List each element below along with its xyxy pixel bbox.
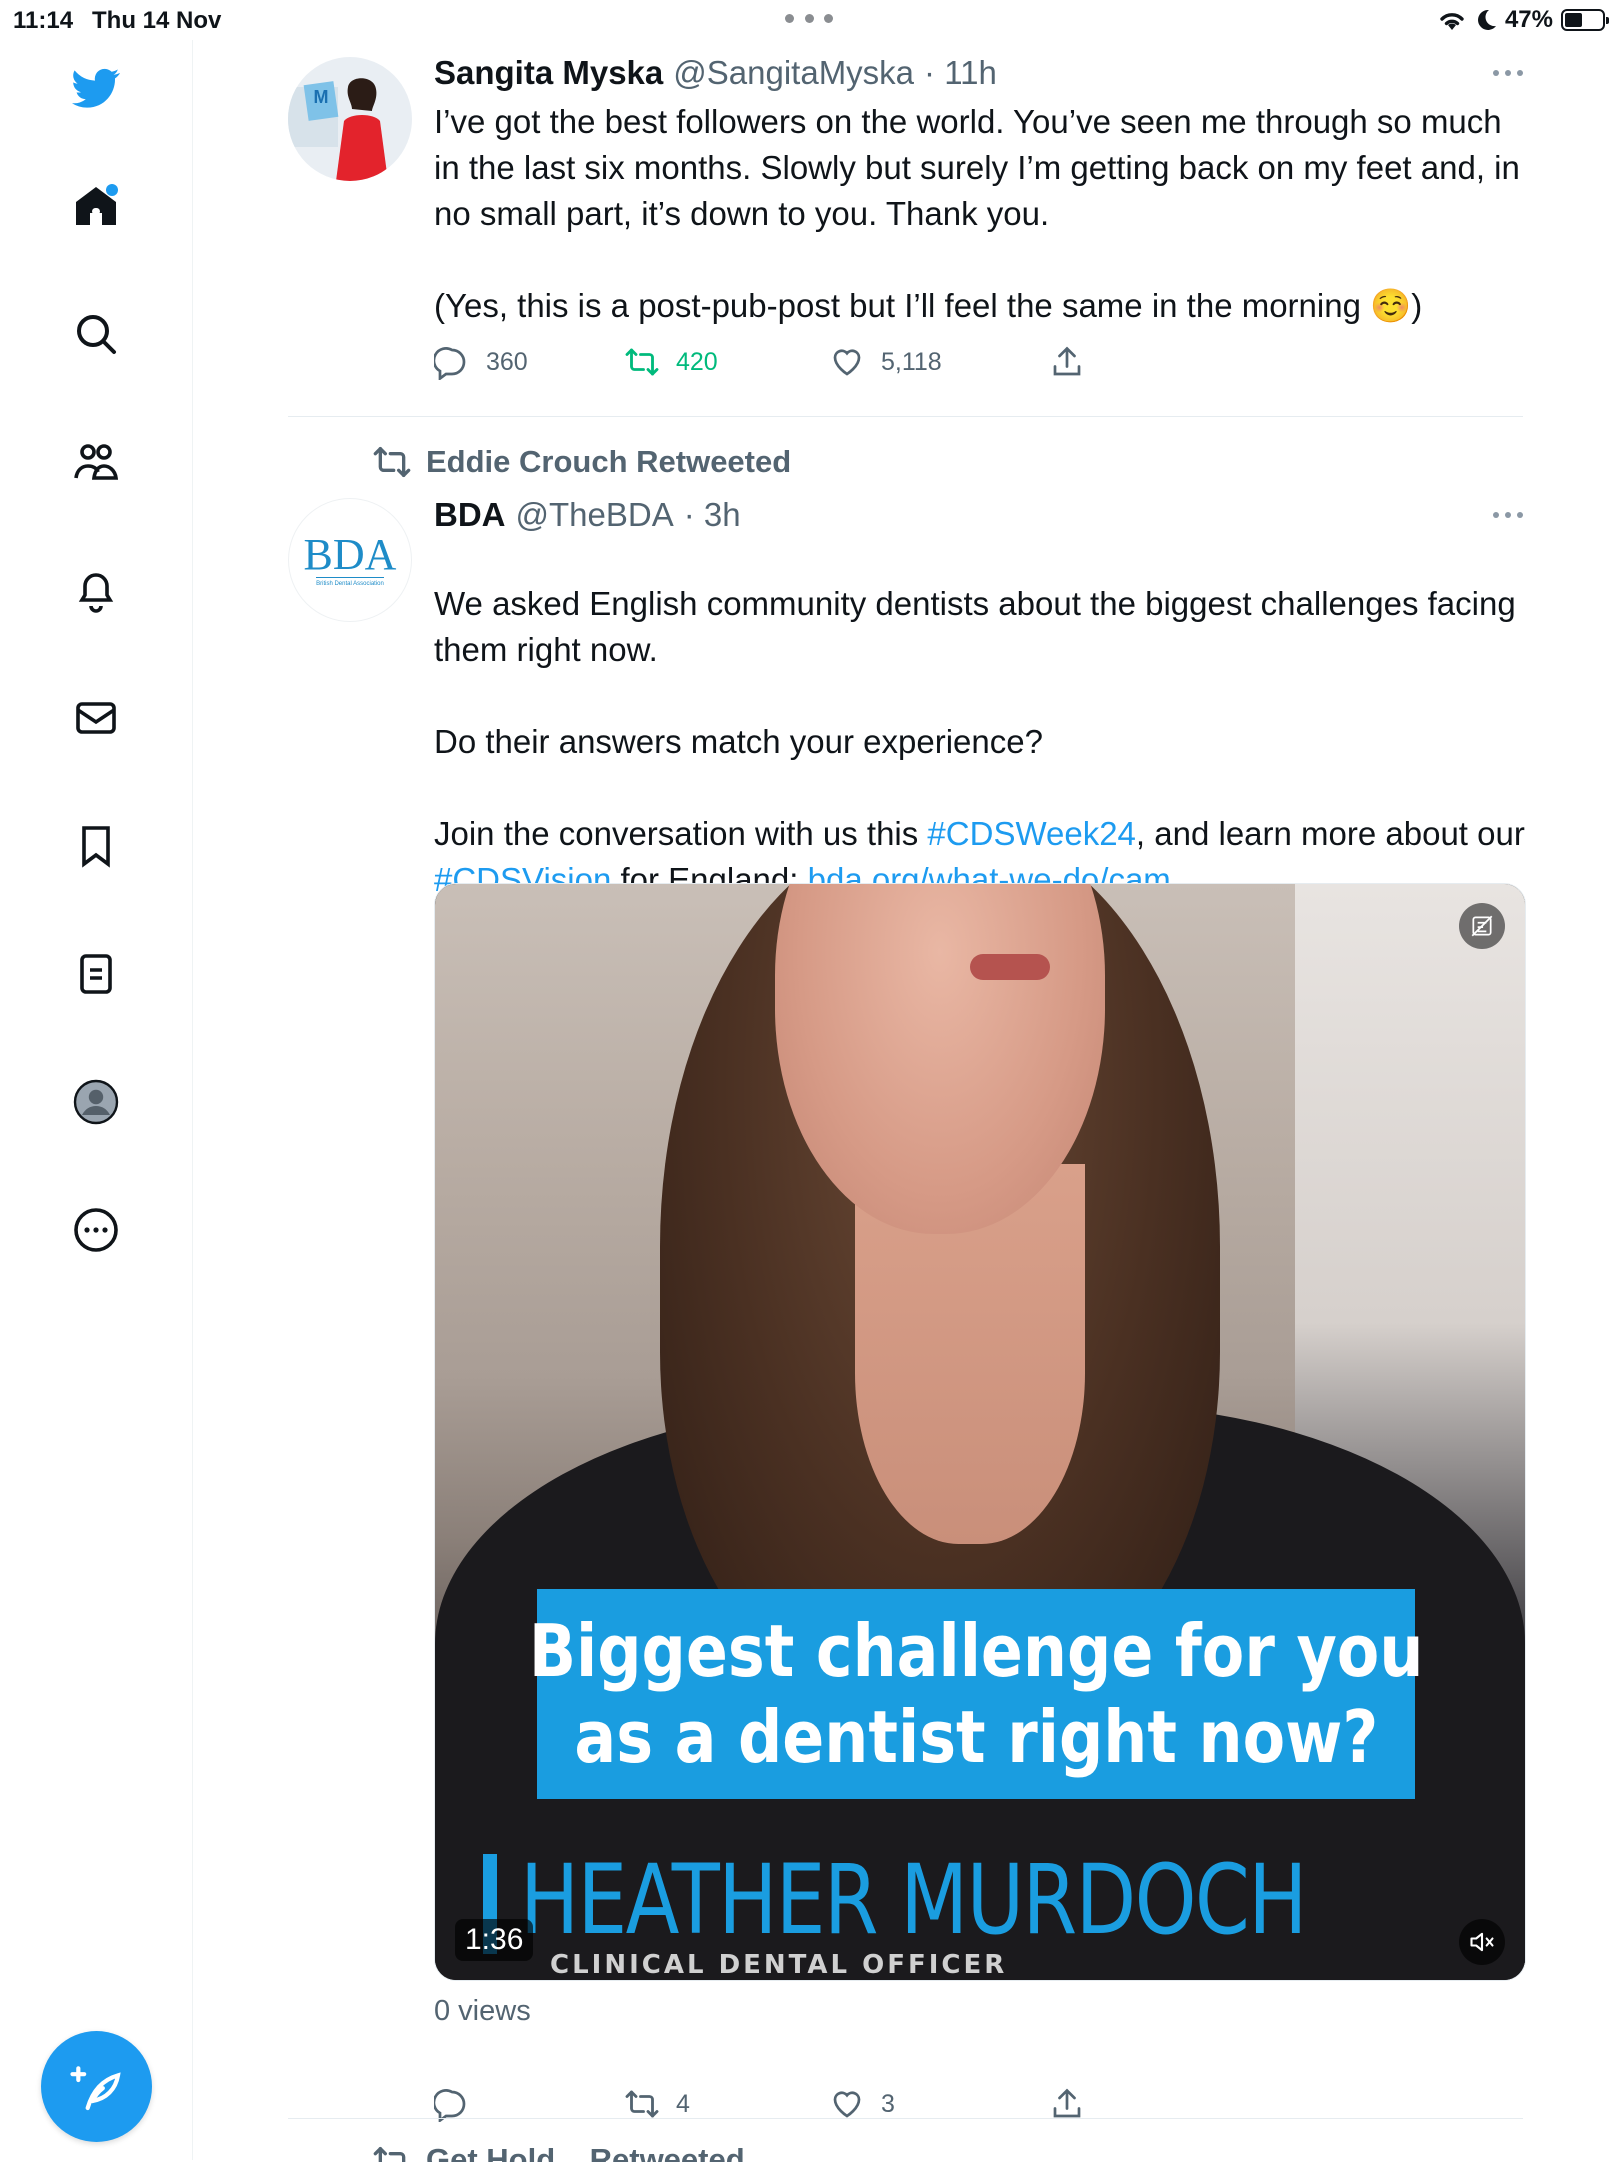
avatar[interactable]: M [288,57,412,181]
retweet-count: 420 [676,347,718,376]
share-button[interactable] [1049,2086,1085,2122]
do-not-disturb-moon-icon [1477,9,1496,30]
wifi-icon [1440,13,1464,30]
status-bar: 11:14 Thu 14 Nov 47% [0,0,1620,40]
retweet-icon [625,348,659,376]
tweet-divider [288,2118,1523,2119]
timeline: M Sangita Myska @SangitaMyska · 11h I’ve… [192,40,1620,2162]
video-person-mouth [970,954,1050,980]
tweet-author-handle[interactable]: @SangitaMyska [673,54,914,92]
home-icon[interactable] [70,180,122,232]
reply-icon [434,347,466,380]
reply-button[interactable]: 360 [434,344,528,380]
retweet-button[interactable]: 4 [624,2086,690,2122]
lists-icon[interactable] [70,948,122,1000]
tweet-text-paragraph: I’ve got the best followers on the world… [434,103,1520,232]
svg-text:M: M [314,87,329,107]
share-icon [1053,346,1081,376]
video-player[interactable]: Biggest challenge for you as a dentist r… [434,883,1526,1981]
retweet-indicator-icon [373,2147,406,2162]
video-caption-box: Biggest challenge for you as a dentist r… [529,1589,1423,1799]
messages-mail-icon[interactable] [70,692,122,744]
retweeted-by-label[interactable]: Get Hold... Retweeted [372,2142,745,2162]
battery-icon [1561,9,1609,31]
share-icon [1053,2088,1081,2118]
avatar-logo-text: BDA [303,529,397,579]
tweet-timestamp[interactable]: · 11h [924,54,997,92]
retweet-button[interactable]: 420 [624,344,718,380]
battery-percentage: 47% [1504,6,1553,33]
video-person-name: HEATHER MURDOCH [520,1844,1307,1956]
retweeted-by-text: Eddie Crouch Retweeted [426,444,792,479]
video-view-count: 0 views [434,1995,531,2027]
tweet-text-fragment: Join the conversation with us this [434,815,928,852]
tweet-text: We asked English community dentists abou… [434,581,1534,903]
reply-icon [434,2089,466,2122]
like-count: 5,118 [881,347,942,376]
tweet-more-menu-icon[interactable] [1493,70,1523,78]
bookmarks-icon[interactable] [70,820,122,872]
tweet-author-name[interactable]: BDA [434,496,506,534]
retweeted-by-label[interactable]: Eddie Crouch Retweeted [372,442,791,482]
retweet-icon [625,2090,659,2118]
communities-icon[interactable] [70,436,122,488]
retweet-count: 4 [676,2089,690,2118]
avatar-logo-subtext: British Dental Association [316,576,384,588]
compose-tweet-button[interactable] [41,2031,152,2142]
tweet-text: I’ve got the best followers on the world… [434,99,1534,329]
search-icon[interactable] [70,308,122,360]
video-content-warning-icon[interactable] [1459,903,1505,949]
tweet-text-paragraph: (Yes, this is a post-pub-post but I’ll f… [434,287,1423,324]
video-mute-button[interactable] [1459,1919,1505,1965]
multitasking-dots-icon[interactable] [785,14,833,24]
status-date: Thu 14 Nov [92,7,222,34]
retweet-indicator-icon [373,447,411,477]
share-button[interactable] [1049,344,1085,380]
heart-icon [833,2091,861,2118]
compose-tweet-icon [69,2065,121,2110]
battery-fill-level [1565,13,1582,27]
tweet-author-name[interactable]: Sangita Myska [434,54,663,92]
video-person-role: CLINICAL DENTAL OFFICER [550,1950,1008,1980]
tweet-divider [288,416,1523,417]
avatar[interactable]: BDA British Dental Association [288,498,412,622]
tweet-author-handle[interactable]: @TheBDA [516,496,674,534]
more-options-icon[interactable] [70,1204,122,1256]
video-duration: 1:36 [455,1919,534,1961]
retweeted-by-text: Get Hold... Retweeted [426,2142,745,2162]
muted-speaker-icon [1470,1932,1494,1952]
hashtag-link[interactable]: #CDSWeek24 [927,815,1136,852]
heart-icon [833,349,861,376]
notifications-bell-icon[interactable] [70,564,122,616]
profile-avatar-icon[interactable] [70,1076,122,1128]
tweet-text-fragment: , and learn more about our [1135,815,1525,852]
home-notification-dot [106,184,118,196]
video-caption-line: Biggest challenge for you [528,1609,1424,1693]
like-button[interactable]: 3 [829,2086,895,2122]
tweet-timestamp[interactable]: · 3h [684,496,741,534]
tweet-text-paragraph: Do their answers match your experience? [434,723,1043,760]
like-count: 3 [881,2089,895,2118]
tweet-more-menu-icon[interactable] [1493,512,1523,520]
twitter-logo-icon[interactable] [70,62,122,114]
like-button[interactable]: 5,118 [829,344,942,380]
tweet-actions: 360 420 5,118 [434,344,1134,388]
tweet-actions: 4 3 [434,2086,1134,2130]
reply-button[interactable] [434,2086,486,2122]
reply-count: 360 [486,347,528,376]
video-caption-line: as a dentist right now? [574,1695,1378,1779]
status-time: 11:14 [13,7,74,34]
sidebar-nav [0,40,193,2160]
tweet-text-paragraph: We asked English community dentists abou… [434,585,1516,668]
